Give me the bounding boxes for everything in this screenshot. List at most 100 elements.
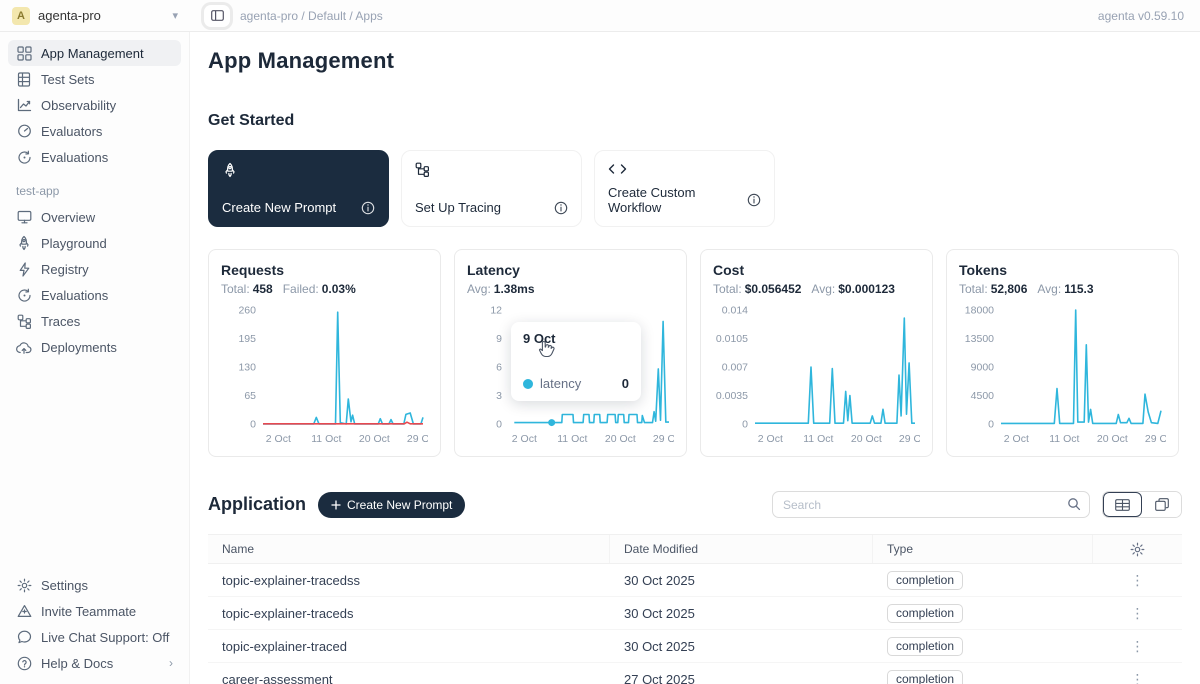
sidebar-item-label: Deployments <box>41 340 117 355</box>
tree-icon <box>16 313 32 329</box>
sidebar-item-settings[interactable]: Settings <box>8 572 181 598</box>
sidebar-app-nav: Overview Playground Registry EvaluationsTra… <box>8 204 181 360</box>
sidebar-item-label: Playground <box>41 236 107 251</box>
sidebar-item-evaluators[interactable]: Evaluators <box>8 118 181 144</box>
sidebar-item-live-chat-support-off[interactable]: Live Chat Support: Off <box>8 624 181 650</box>
table-settings-gear-icon[interactable] <box>1130 542 1145 557</box>
date-modified-cell: 30 Oct 2025 <box>610 564 873 596</box>
svg-text:11 Oct: 11 Oct <box>311 433 341 445</box>
table-icon <box>16 71 32 87</box>
table-view-button[interactable] <box>1103 492 1142 517</box>
sidebar-item-registry[interactable]: Registry <box>8 256 181 282</box>
cost-chart[interactable]: 00.00350.0070.01050.0142 Oct11 Oct20 Oct… <box>713 302 920 452</box>
chart-stats: Total:52,806 Avg:115.3 <box>959 282 1166 296</box>
view-toggle <box>1102 491 1182 518</box>
sidebar-item-label: Registry <box>41 262 89 277</box>
gear-icon <box>16 577 32 593</box>
chart-stats: Total:458Failed:0.03% <box>221 282 428 296</box>
search-input[interactable] <box>772 491 1090 518</box>
application-title: Application <box>208 494 306 515</box>
info-icon[interactable] <box>361 201 375 215</box>
get-started-card-create-custom-workflow[interactable]: Create Custom Workflow <box>594 150 775 227</box>
svg-text:0.014: 0.014 <box>722 305 748 317</box>
svg-text:2 Oct: 2 Oct <box>512 433 537 445</box>
chart-card-cost: CostTotal:$0.056452Avg:$0.00012300.00350… <box>700 249 933 457</box>
svg-text:0: 0 <box>742 419 748 431</box>
sidebar-item-test-sets[interactable]: Test Sets <box>8 66 181 92</box>
sidebar-toggle-button[interactable] <box>204 5 230 27</box>
sidebar-item-app-management[interactable]: App Management <box>8 40 181 66</box>
breadcrumb[interactable]: agenta-pro / Default / Apps <box>240 9 383 23</box>
row-actions-kebab-icon[interactable]: ⋮ <box>1123 638 1153 655</box>
chart-stat: Total:52,806 <box>959 282 1027 296</box>
chart-stat: Failed:0.03% <box>283 282 356 296</box>
monitor-icon <box>16 209 32 225</box>
rocket-icon <box>16 235 32 251</box>
chart-title: Latency <box>467 262 674 278</box>
invite-icon <box>16 603 32 619</box>
plus-icon <box>331 500 341 510</box>
get-started-card-create-new-prompt[interactable]: Create New Prompt <box>208 150 389 227</box>
svg-text:0: 0 <box>250 419 256 431</box>
metric-charts-row: Requests Total:458Failed:0.03% 06513019526… <box>208 249 1182 457</box>
column-header-name: Name <box>208 535 610 563</box>
table-row[interactable]: topic-explainer-traceds30 Oct 2025comple… <box>208 597 1182 630</box>
applications-table: NameDate ModifiedType topic-explainer-tr… <box>208 534 1182 684</box>
refresh-icon <box>16 287 32 303</box>
card-view-icon <box>1155 498 1169 511</box>
date-modified-cell: 27 Oct 2025 <box>610 663 873 684</box>
sidebar-item-label: Evaluations <box>41 150 108 165</box>
series-tokens <box>1001 310 1161 423</box>
search-icon[interactable] <box>1067 497 1081 516</box>
sidebar-item-overview[interactable]: Overview <box>8 204 181 230</box>
get-started-card-label: Create New Prompt <box>222 200 336 215</box>
column-header-date-modified: Date Modified <box>610 535 873 563</box>
create-new-prompt-label: Create New Prompt <box>347 498 452 512</box>
sidebar-item-evaluations[interactable]: Evaluations <box>8 144 181 170</box>
workspace-selector[interactable]: A agenta-pro ▾ <box>0 7 190 25</box>
sidebar-item-evaluations[interactable]: Evaluations <box>8 282 181 308</box>
sidebar-item-invite-teammate[interactable]: Invite Teammate <box>8 598 181 624</box>
panel-left-icon <box>211 10 224 21</box>
row-actions-kebab-icon[interactable]: ⋮ <box>1123 572 1153 589</box>
refresh-icon <box>16 149 32 165</box>
chart-stat: Avg:115.3 <box>1037 282 1093 296</box>
cloud-icon <box>16 339 32 355</box>
sidebar-item-observability[interactable]: Observability <box>8 92 181 118</box>
svg-text:11 Oct: 11 Oct <box>803 433 833 445</box>
tooltip-series-row: latency0 <box>523 376 629 391</box>
table-row[interactable]: topic-explainer-traced30 Oct 2025complet… <box>208 630 1182 663</box>
requests-chart[interactable]: 0651301952602 Oct11 Oct20 Oct29 Oct <box>221 302 428 452</box>
svg-text:2 Oct: 2 Oct <box>1004 433 1029 445</box>
tooltip-series-name: latency <box>540 376 581 391</box>
series-dot-icon <box>523 379 533 389</box>
sidebar-item-label: App Management <box>41 46 144 61</box>
svg-text:20 Oct: 20 Oct <box>605 433 636 445</box>
gauge-icon <box>16 123 32 139</box>
sidebar-item-help-docs[interactable]: Help & Docs› <box>8 650 181 676</box>
sidebar-item-playground[interactable]: Playground <box>8 230 181 256</box>
workspace-name: agenta-pro <box>38 8 101 23</box>
tokens-chart[interactable]: 04500900013500180002 Oct11 Oct20 Oct29 O… <box>959 302 1166 452</box>
info-icon[interactable] <box>554 201 568 215</box>
search-container <box>772 491 1090 518</box>
svg-text:9000: 9000 <box>971 362 995 374</box>
type-badge: completion <box>887 637 963 656</box>
chart-title: Requests <box>221 262 428 278</box>
table-row[interactable]: career-assessment27 Oct 2025completion⋮ <box>208 663 1182 684</box>
create-new-prompt-button[interactable]: Create New Prompt <box>318 492 465 518</box>
card-view-button[interactable] <box>1142 492 1181 517</box>
sidebar-item-traces[interactable]: Traces <box>8 308 181 334</box>
sidebar-item-label: Test Sets <box>41 72 94 87</box>
get-started-card-set-up-tracing[interactable]: Set Up Tracing <box>401 150 582 227</box>
app-name-cell: career-assessment <box>208 663 610 684</box>
svg-text:20 Oct: 20 Oct <box>851 433 882 445</box>
svg-text:0.0105: 0.0105 <box>716 333 748 345</box>
sidebar-item-deployments[interactable]: Deployments <box>8 334 181 360</box>
app-name-cell: topic-explainer-tracedss <box>208 564 610 596</box>
row-actions-kebab-icon[interactable]: ⋮ <box>1123 605 1153 622</box>
info-icon[interactable] <box>747 193 761 207</box>
table-row[interactable]: topic-explainer-tracedss30 Oct 2025compl… <box>208 564 1182 597</box>
sidebar-item-label: Observability <box>41 98 116 113</box>
row-actions-kebab-icon[interactable]: ⋮ <box>1123 671 1153 684</box>
